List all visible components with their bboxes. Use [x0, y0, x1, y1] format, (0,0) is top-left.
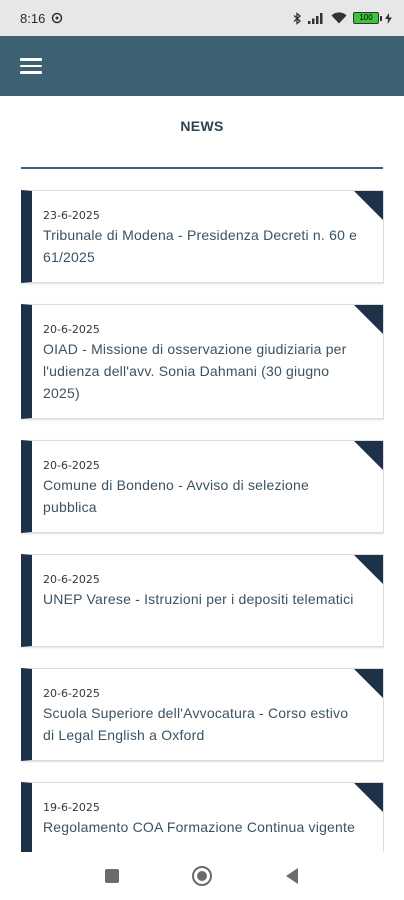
card-corner-decoration [353, 305, 383, 335]
recents-square-icon [105, 869, 119, 883]
status-time: 8:16 [20, 10, 46, 26]
news-title: Scuola Superiore dell'Avvocatura - Corso… [43, 705, 349, 743]
card-corner-decoration [353, 191, 383, 221]
news-item[interactable]: 19-6-2025 Regolamento COA Formazione Con… [21, 782, 384, 852]
title-divider [21, 167, 383, 169]
news-title: UNEP Varese - Istruzioni per i depositi … [43, 591, 354, 607]
status-bar: 8:16 100 [0, 0, 404, 36]
news-title: Regolamento COA Formazione Continua vige… [43, 819, 356, 835]
status-left: 8:16 [20, 11, 63, 26]
card-corner-decoration [353, 783, 383, 813]
card-corner-decoration [353, 669, 383, 699]
wifi-icon [331, 12, 347, 24]
recents-button[interactable] [100, 864, 124, 888]
page-title: NEWS [180, 118, 224, 134]
news-title: OIAD - Missione di osservazione giudizia… [43, 341, 347, 401]
news-date: 20-6-2025 [43, 687, 100, 700]
news-title: Comune di Bondeno - Avviso di selezione … [43, 477, 309, 515]
back-button[interactable] [280, 864, 304, 888]
data-saver-icon [51, 12, 63, 24]
news-item[interactable]: 23-6-2025 Tribunale di Modena - Presiden… [21, 190, 384, 283]
battery-icon: 100 [353, 12, 382, 24]
news-date: 20-6-2025 [43, 323, 100, 336]
news-item[interactable]: 20-6-2025 Comune di Bondeno - Avviso di … [21, 440, 384, 533]
news-item[interactable]: 20-6-2025 UNEP Varese - Istruzioni per i… [21, 554, 384, 647]
back-triangle-icon [286, 868, 298, 884]
status-right: 100 [293, 11, 392, 25]
bluetooth-icon [293, 11, 302, 25]
charging-icon [385, 12, 392, 24]
news-item[interactable]: 20-6-2025 Scuola Superiore dell'Avvocatu… [21, 668, 384, 761]
news-item[interactable]: 20-6-2025 OIAD - Missione di osservazion… [21, 304, 384, 419]
news-date: 19-6-2025 [43, 801, 100, 814]
hamburger-menu-icon[interactable] [20, 54, 44, 78]
news-date: 20-6-2025 [43, 459, 100, 472]
news-date: 20-6-2025 [43, 573, 100, 586]
signal-icon [308, 12, 325, 24]
system-navigation-bar [0, 852, 404, 900]
news-title: Tribunale di Modena - Presidenza Decreti… [43, 227, 358, 265]
home-circle-icon [192, 866, 212, 886]
news-date: 23-6-2025 [43, 209, 100, 222]
battery-level: 100 [359, 13, 373, 22]
app-bar [0, 36, 404, 96]
card-corner-decoration [353, 555, 383, 585]
news-list[interactable]: 23-6-2025 Tribunale di Modena - Presiden… [21, 190, 384, 852]
home-button[interactable] [190, 864, 214, 888]
card-corner-decoration [353, 441, 383, 471]
